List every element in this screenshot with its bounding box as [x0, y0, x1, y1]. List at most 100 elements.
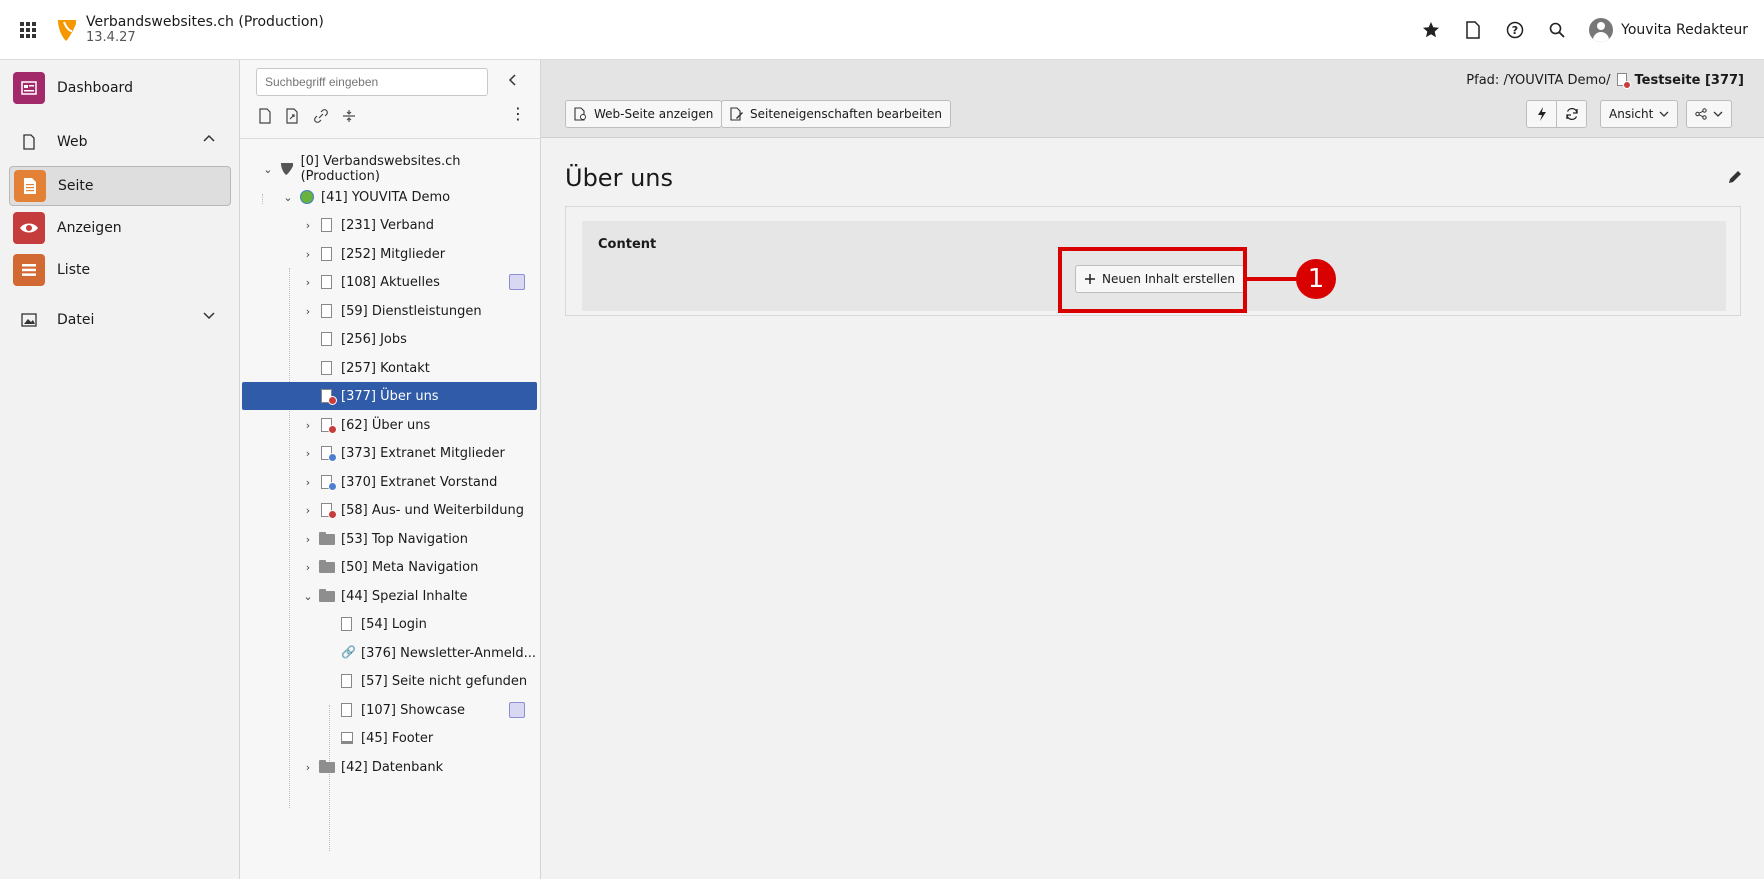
expand-arrow-icon[interactable]: › — [301, 276, 315, 289]
clear-cache-button[interactable] — [1526, 100, 1557, 128]
typo3-logo[interactable] — [56, 17, 78, 43]
folder-icon — [319, 559, 335, 575]
expand-arrow-icon[interactable]: › — [301, 561, 315, 574]
edit-pencil-icon[interactable] — [1728, 170, 1742, 184]
help-icon[interactable]: ? — [1505, 20, 1525, 40]
expand-arrow-icon[interactable]: › — [301, 219, 315, 232]
tree-node-showcase[interactable]: [107] Showcase — [242, 696, 537, 724]
reload-button[interactable] — [1556, 100, 1587, 128]
tree-node-ueber-uns-62[interactable]: › [62] Über uns — [242, 411, 537, 439]
tree-search-input[interactable] — [256, 68, 488, 96]
module-dashboard[interactable]: Dashboard — [9, 68, 231, 108]
tree-node-verband[interactable]: › [231] Verband — [242, 211, 537, 239]
tree-node-root[interactable]: ⌄ [0] Verbandswebsites.ch (Production) — [242, 154, 537, 184]
view-dropdown[interactable]: Ansicht — [1600, 100, 1679, 128]
tree-node-youvita-demo[interactable]: ⌄ [41] YOUVITA Demo — [242, 183, 537, 211]
tree-node-seite-nicht-gefunden[interactable]: [57] Seite nicht gefunden — [242, 667, 537, 695]
path-prefix: Pfad: /YOUVITA Demo/ — [1466, 73, 1611, 88]
page-icon — [339, 673, 355, 689]
link-icon: 🔗 — [341, 645, 356, 659]
expand-arrow-icon[interactable]: › — [301, 419, 315, 432]
collapse-arrow-icon[interactable]: ⌄ — [301, 590, 315, 603]
tree-node-kontakt[interactable]: [257] Kontakt — [242, 354, 537, 382]
tree-node-label: [373] Extranet Mitglieder — [341, 445, 505, 461]
new-shortcut-page-icon[interactable] — [284, 107, 302, 125]
new-separator-icon[interactable] — [340, 107, 358, 125]
tree-node-label: [44] Spezial Inhalte — [341, 588, 468, 604]
expand-arrow-icon[interactable]: › — [301, 476, 315, 489]
breadcrumb: Pfad: /YOUVITA Demo/ Testseite [377] — [1466, 73, 1744, 89]
tree-node-login[interactable]: [54] Login — [242, 610, 537, 638]
search-icon[interactable] — [1547, 20, 1567, 40]
module-label: Datei — [57, 312, 95, 328]
new-page-icon[interactable] — [256, 107, 274, 125]
chevron-down-icon — [203, 312, 215, 320]
folder-icon — [319, 588, 335, 604]
collapse-arrow-icon[interactable]: ⌄ — [281, 191, 295, 204]
page-tree-panel: ⋮ ⌄ [0] Verbandswebsites.ch (Production)… — [240, 60, 541, 879]
chevron-down-icon — [1713, 111, 1723, 117]
module-group-datei[interactable]: Datei — [9, 300, 231, 340]
edit-page-properties-button[interactable]: Seiteneigenschaften bearbeiten — [721, 100, 951, 128]
module-anzeigen[interactable]: Anzeigen — [9, 208, 231, 248]
module-group-web[interactable]: Web — [9, 122, 231, 162]
expand-arrow-icon[interactable]: › — [301, 305, 315, 318]
collapse-arrow-icon[interactable]: ⌄ — [261, 163, 275, 176]
tree-node-meta-navigation[interactable]: › [50] Meta Navigation — [242, 553, 537, 581]
button-label: Seiteneigenschaften bearbeiten — [750, 107, 942, 121]
tree-node-label: [231] Verband — [341, 217, 435, 233]
tree-node-extranet-mitglieder[interactable]: › [373] Extranet Mitglieder — [242, 439, 537, 467]
tree-node-aktuelles[interactable]: › [108] Aktuelles — [242, 268, 537, 296]
user-menu[interactable]: Youvita Redakteur — [1589, 18, 1748, 42]
bookmark-star-icon[interactable] — [1421, 20, 1441, 40]
tree-node-footer[interactable]: [45] Footer — [242, 724, 537, 752]
tree-node-extranet-vorstand[interactable]: › [370] Extranet Vorstand — [242, 468, 537, 496]
restricted-page-icon — [319, 474, 337, 491]
module-label: Anzeigen — [57, 220, 122, 236]
module-seite[interactable]: Seite — [9, 166, 231, 206]
dashboard-icon — [13, 72, 45, 104]
expand-arrow-icon[interactable]: › — [301, 248, 315, 261]
tree-node-mitglieder[interactable]: › [252] Mitglieder — [242, 240, 537, 268]
eye-icon — [13, 212, 45, 244]
folder-icon — [319, 531, 335, 547]
divider — [240, 138, 541, 139]
page-document-icon[interactable] — [1463, 20, 1483, 40]
tree-node-label: [42] Datenbank — [341, 759, 444, 775]
tree-node-ueber-uns-377-selected[interactable]: [377] Über uns — [242, 382, 537, 410]
content-indicator-icon — [509, 274, 525, 290]
tree-node-top-navigation[interactable]: › [53] Top Navigation — [242, 525, 537, 553]
user-name: Youvita Redakteur — [1621, 22, 1748, 38]
tree-node-newsletter[interactable]: 🔗 [376] Newsletter-Anmeld... — [242, 639, 537, 667]
tree-node-jobs[interactable]: [256] Jobs — [242, 325, 537, 353]
tree-node-label: [54] Login — [361, 616, 427, 632]
restricted-page-icon — [319, 445, 337, 462]
new-link-icon[interactable] — [312, 107, 330, 125]
page-icon — [319, 360, 335, 376]
tree-node-dienstleistungen[interactable]: › [59] Dienstleistungen — [242, 297, 537, 325]
expand-arrow-icon[interactable]: › — [301, 504, 315, 517]
tree-node-datenbank[interactable]: › [42] Datenbank — [242, 753, 537, 781]
expand-arrow-icon[interactable]: › — [301, 447, 315, 460]
tree-node-aus-weiterbildung[interactable]: › [58] Aus- und Weiterbildung — [242, 496, 537, 524]
collapse-tree-icon[interactable] — [508, 74, 516, 86]
page-icon — [319, 331, 335, 347]
app-menu-icon[interactable] — [0, 0, 56, 60]
more-options-icon[interactable]: ⋮ — [510, 106, 526, 122]
share-dropdown[interactable] — [1686, 100, 1732, 128]
lightning-icon — [1537, 107, 1546, 121]
column-title: Content — [598, 237, 657, 252]
tree-node-label: [252] Mitglieder — [341, 246, 446, 262]
content-indicator-icon — [509, 702, 525, 718]
top-bar: Verbandswebsites.ch (Production) 13.4.27… — [0, 0, 1764, 60]
expand-arrow-icon[interactable]: › — [301, 761, 315, 774]
expand-arrow-icon[interactable]: › — [301, 533, 315, 546]
page-title: Über uns — [565, 164, 673, 192]
view-webpage-button[interactable]: Web-Seite anzeigen — [565, 100, 723, 128]
module-label: Liste — [57, 262, 91, 278]
module-liste[interactable]: Liste — [9, 250, 231, 290]
tree-node-label: [257] Kontakt — [341, 360, 430, 376]
tree-node-spezial-inhalte[interactable]: ⌄ [44] Spezial Inhalte — [242, 582, 537, 610]
folder-icon — [319, 759, 335, 775]
tree-node-label: [370] Extranet Vorstand — [341, 474, 498, 490]
